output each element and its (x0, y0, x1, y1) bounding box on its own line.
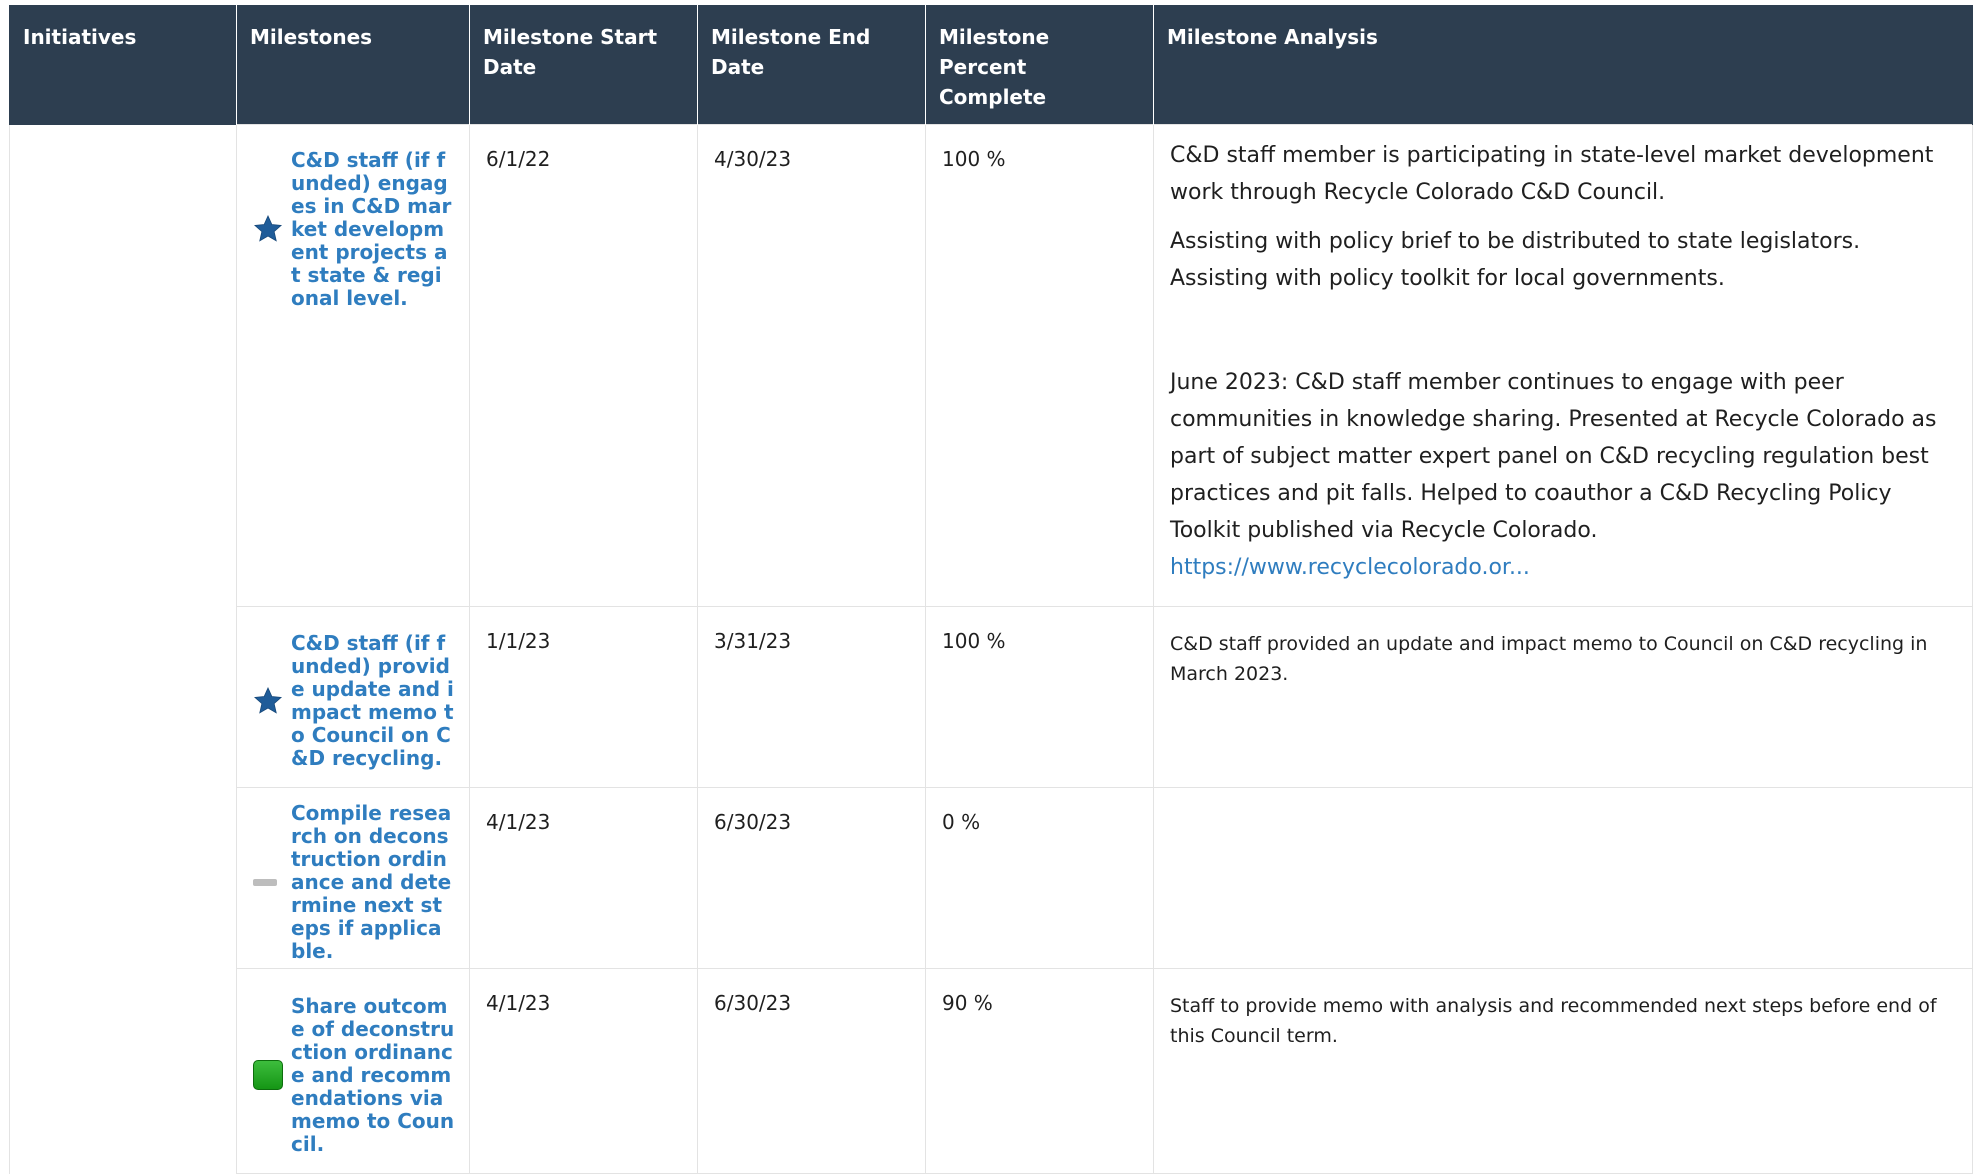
percent-complete: 100 % (925, 606, 1154, 788)
analysis-text: June 2023: C&D staff member continues to… (1170, 370, 1937, 543)
milestone-link[interactable]: Compile research on deconstruction ordin… (291, 801, 455, 963)
col-header-milestones[interactable]: Milestones (236, 5, 470, 125)
start-date: 6/1/22 (469, 124, 698, 607)
table-row: C&D staff (if funded) provide update and… (10, 606, 1973, 788)
col-header-analysis[interactable]: Milestone Analysis (1153, 5, 1973, 125)
milestone-analysis: C&D staff provided an update and impact … (1153, 606, 1973, 788)
milestone-analysis (1153, 787, 1973, 969)
col-header-start-date[interactable]: Milestone Start Date (469, 5, 698, 125)
percent-complete: 100 % (925, 124, 1154, 607)
analysis-paragraph: June 2023: C&D staff member continues to… (1170, 364, 1956, 586)
star-icon (251, 214, 291, 244)
col-header-end-date[interactable]: Milestone End Date (697, 5, 926, 125)
dash-icon (251, 878, 291, 886)
milestone-link[interactable]: Share outcome of deconstruction ordinanc… (291, 994, 455, 1156)
milestone-cell: C&D staff (if funded) engages in C&D mar… (236, 124, 470, 607)
percent-complete: 90 % (925, 968, 1154, 1174)
analysis-paragraph: C&D staff member is participating in sta… (1170, 143, 1934, 205)
green-status-icon (251, 1060, 291, 1090)
percent-complete: 0 % (925, 787, 1154, 969)
milestone-cell: C&D staff (if funded) provide update and… (236, 606, 470, 788)
col-header-percent-complete[interactable]: Milestone Percent Complete (925, 5, 1154, 125)
milestone-link[interactable]: C&D staff (if funded) engages in C&D mar… (291, 148, 455, 310)
star-icon (251, 686, 291, 716)
milestone-link[interactable]: C&D staff (if funded) provide update and… (291, 632, 455, 770)
start-date: 1/1/23 (469, 606, 698, 788)
end-date: 6/30/23 (697, 968, 926, 1174)
table-row: Share outcome of deconstruction ordinanc… (10, 968, 1973, 1174)
recycle-colorado-link[interactable]: https://www.recyclecolorado.or... (1170, 555, 1530, 580)
milestone-analysis: Staff to provide memo with analysis and … (1153, 968, 1973, 1174)
table-row: C&D staff (if funded) engages in C&D mar… (9, 124, 1973, 1174)
col-header-initiatives[interactable]: Initiatives (9, 5, 237, 125)
start-date: 4/1/23 (469, 968, 698, 1174)
header-row: Initiatives Milestones Milestone Start D… (9, 5, 1973, 125)
end-date: 6/30/23 (697, 787, 926, 969)
table-row: Compile research on deconstruction ordin… (10, 787, 1973, 969)
start-date: 4/1/23 (469, 787, 698, 969)
end-date: 4/30/23 (697, 124, 926, 607)
milestone-analysis: C&D staff member is participating in sta… (1153, 124, 1973, 607)
milestone-cell: Compile research on deconstruction ordin… (236, 787, 470, 969)
analysis-paragraph: Assisting with policy brief to be distri… (1170, 229, 1861, 291)
analysis-spacer (1170, 309, 1956, 364)
milestone-cell: Share outcome of deconstruction ordinanc… (236, 968, 470, 1174)
initiative-cell (9, 124, 237, 1174)
milestones-table: Initiatives Milestones Milestone Start D… (9, 5, 1973, 1174)
end-date: 3/31/23 (697, 606, 926, 788)
